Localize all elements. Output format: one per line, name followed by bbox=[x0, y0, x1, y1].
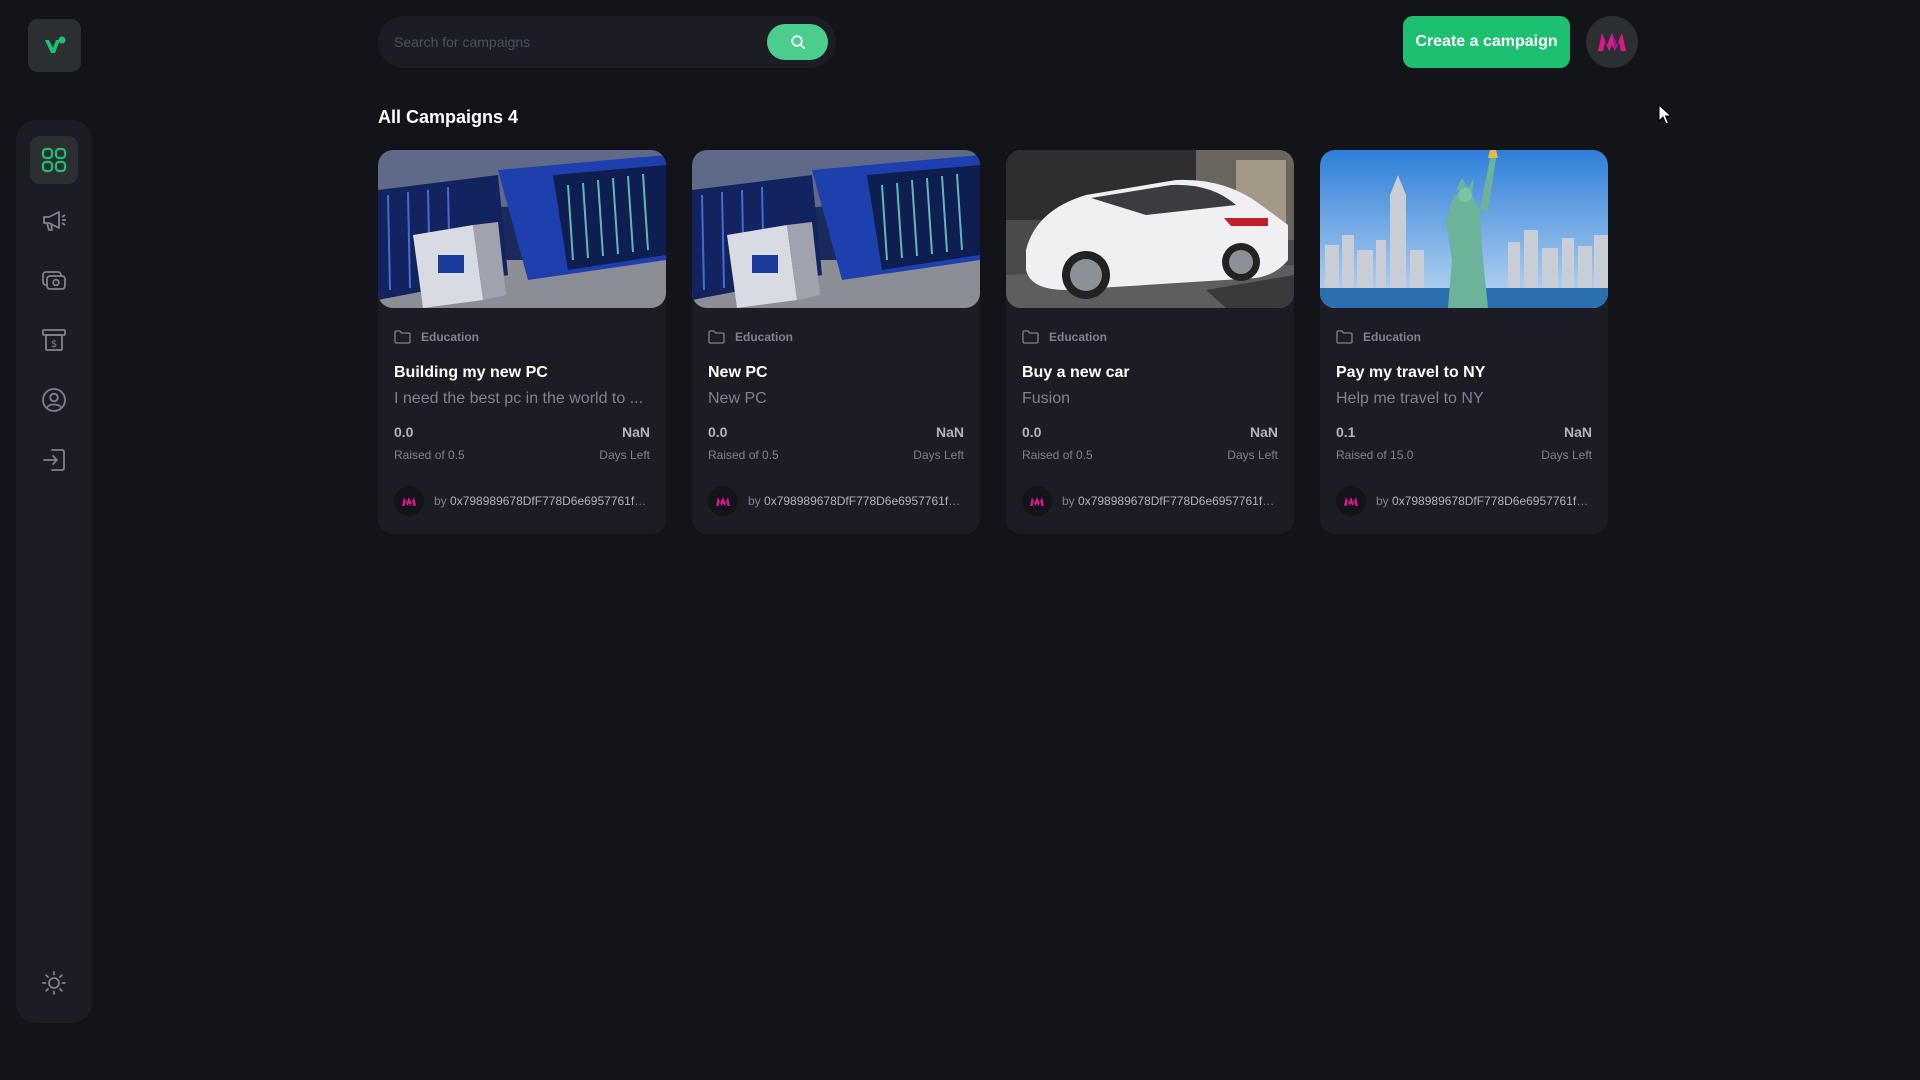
category-label: Education bbox=[1363, 330, 1422, 344]
category-label: Education bbox=[1049, 330, 1108, 344]
payment-icon bbox=[42, 271, 66, 290]
app-logo[interactable] bbox=[28, 19, 81, 72]
profile-icon bbox=[42, 388, 66, 412]
amount-raised: 0.0 bbox=[708, 424, 728, 440]
metamask-avatar-icon bbox=[1344, 496, 1358, 506]
theme-toggle[interactable] bbox=[30, 959, 78, 1007]
owner-address: by 0x798989678DfF778D6e6957761f0... bbox=[1062, 494, 1276, 508]
campaign-card[interactable]: Education New PC New PC 0.0 Raised of 0.… bbox=[692, 150, 980, 534]
campaign-card[interactable]: Education Buy a new car Fusion 0.0 Raise… bbox=[1006, 150, 1294, 534]
svg-text:$: $ bbox=[51, 339, 57, 350]
statue-of-liberty-photo bbox=[1320, 150, 1608, 308]
folder-icon bbox=[1336, 330, 1353, 344]
campaign-card[interactable]: Education Building my new PC I need the … bbox=[378, 150, 666, 534]
campaign-title: New PC bbox=[708, 364, 768, 381]
campaign-description: Help me travel to NY bbox=[1336, 390, 1484, 407]
owner-address: by 0x798989678DfF778D6e6957761f0... bbox=[1376, 494, 1590, 508]
sun-icon bbox=[42, 971, 66, 995]
days-left-label: Days Left bbox=[913, 448, 964, 462]
target-label: Raised of 0.5 bbox=[1022, 448, 1093, 462]
campaign-title: Pay my travel to NY bbox=[1336, 364, 1486, 381]
campaign-card[interactable]: Education Pay my travel to NY Help me tr… bbox=[1320, 150, 1608, 534]
target-label: Raised of 0.5 bbox=[394, 448, 465, 462]
folder-icon bbox=[708, 330, 725, 344]
campaign-description: Fusion bbox=[1022, 390, 1071, 407]
profile-avatar[interactable] bbox=[1586, 16, 1638, 68]
owner-avatar bbox=[394, 486, 424, 516]
target-label: Raised of 0.5 bbox=[708, 448, 779, 462]
owner-address: by 0x798989678DfF778D6e6957761f0... bbox=[748, 494, 962, 508]
campaign-description: I need the best pc in the world to ... bbox=[394, 390, 644, 407]
days-left: NaN bbox=[621, 424, 650, 440]
amount-raised: 0.0 bbox=[394, 424, 414, 440]
days-left-label: Days Left bbox=[599, 448, 650, 462]
metamask-avatar-icon bbox=[402, 496, 416, 506]
search-bar bbox=[378, 16, 836, 68]
campaign-icon bbox=[43, 211, 66, 231]
target-label: Raised of 15.0 bbox=[1336, 448, 1414, 462]
sidebar-item-profile[interactable] bbox=[30, 376, 78, 424]
owner-address: by 0x798989678DfF778D6e6957761f0... bbox=[434, 494, 648, 508]
folder-icon bbox=[1022, 330, 1039, 344]
days-left-label: Days Left bbox=[1541, 448, 1592, 462]
sidebar-item-payment[interactable] bbox=[30, 256, 78, 304]
owner-avatar bbox=[708, 486, 738, 516]
page-title: All Campaigns 4 bbox=[378, 107, 519, 127]
supercomputer-photo bbox=[378, 150, 666, 308]
metamask-avatar-icon bbox=[1598, 33, 1626, 51]
metamask-avatar-icon bbox=[1030, 496, 1044, 506]
category-label: Education bbox=[421, 330, 480, 344]
days-left: NaN bbox=[935, 424, 964, 440]
days-left-label: Days Left bbox=[1227, 448, 1278, 462]
campaign-title: Buy a new car bbox=[1022, 364, 1130, 381]
mouse-cursor-icon bbox=[1658, 104, 1672, 125]
supercomputer-photo bbox=[692, 150, 980, 308]
folder-icon bbox=[394, 330, 411, 344]
days-left: NaN bbox=[1249, 424, 1278, 440]
amount-raised: 0.0 bbox=[1022, 424, 1042, 440]
days-left: NaN bbox=[1563, 424, 1592, 440]
campaign-title: Building my new PC bbox=[394, 364, 548, 381]
campaign-description: New PC bbox=[708, 390, 767, 407]
category-label: Education bbox=[735, 330, 794, 344]
search-icon bbox=[790, 35, 805, 49]
amount-raised: 0.1 bbox=[1336, 424, 1356, 440]
withdraw-icon: $ bbox=[42, 329, 66, 351]
owner-avatar bbox=[1336, 486, 1366, 516]
sidebar-item-campaign[interactable] bbox=[30, 196, 78, 244]
dashboard-icon bbox=[41, 147, 67, 173]
sidebar: $ bbox=[16, 120, 92, 1023]
logout-icon bbox=[43, 449, 65, 471]
search-input[interactable] bbox=[394, 34, 767, 50]
create-campaign-button[interactable]: Create a campaign bbox=[1403, 16, 1570, 68]
sidebar-item-withdraw[interactable]: $ bbox=[30, 316, 78, 364]
sidebar-item-logout[interactable] bbox=[30, 436, 78, 484]
metamask-avatar-icon bbox=[716, 496, 730, 506]
sidebar-item-dashboard[interactable] bbox=[30, 136, 78, 184]
campaign-list: Education Building my new PC I need the … bbox=[378, 150, 1608, 534]
logo-icon bbox=[44, 36, 65, 53]
search-button[interactable] bbox=[767, 24, 828, 60]
owner-avatar bbox=[1022, 486, 1052, 516]
white-car-photo bbox=[1006, 150, 1294, 308]
